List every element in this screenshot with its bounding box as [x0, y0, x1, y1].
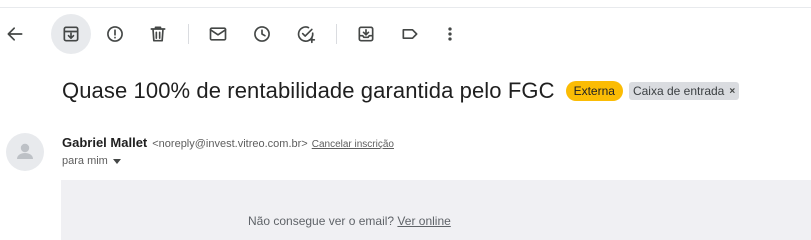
email-body: [61, 180, 811, 240]
chevron-down-icon: [112, 158, 121, 164]
view-online-link[interactable]: Ver online: [397, 214, 450, 228]
report-icon: [107, 26, 123, 42]
toolbar-divider: [336, 24, 337, 44]
more-vert-icon: [448, 27, 452, 41]
trash-icon: [150, 26, 166, 42]
subject-row: Quase 100% de rentabilidade garantida pe…: [62, 74, 740, 108]
recipient-text: para mim: [62, 155, 108, 167]
sender-email: <noreply@invest.vitreo.com.br>: [152, 138, 308, 150]
sender-line: Gabriel Mallet <noreply@invest.vitreo.co…: [62, 135, 394, 150]
mark-unread-button[interactable]: [198, 14, 238, 54]
archive-button[interactable]: [51, 14, 91, 54]
person-icon: [17, 143, 33, 159]
remove-label-icon[interactable]: ×: [729, 86, 735, 97]
top-divider: [0, 0, 811, 8]
mail-icon: [209, 27, 227, 41]
report-spam-button[interactable]: [95, 14, 135, 54]
snooze-button[interactable]: [242, 14, 282, 54]
add-task-button[interactable]: [286, 14, 326, 54]
move-to-button[interactable]: [346, 14, 386, 54]
view-online-preheader: Não consegue ver o email? Ver online: [248, 214, 451, 228]
sender-name[interactable]: Gabriel Mallet: [62, 135, 147, 150]
arrow-left-icon: [7, 27, 23, 41]
recipient-details-toggle[interactable]: para mim: [62, 155, 121, 167]
label-chip-text: Caixa de entrada: [632, 84, 725, 98]
label-icon: [402, 29, 418, 40]
email-subject: Quase 100% de rentabilidade garantida pe…: [62, 78, 555, 103]
unsubscribe-link[interactable]: Cancelar inscrição: [312, 139, 394, 150]
clock-icon: [254, 26, 270, 42]
avatar[interactable]: [6, 133, 44, 171]
add-task-icon: [297, 26, 316, 44]
message-toolbar: [0, 12, 811, 56]
labels-button[interactable]: [390, 14, 430, 54]
archive-icon: [63, 26, 79, 42]
more-button[interactable]: [430, 14, 470, 54]
move-to-inbox-icon: [358, 26, 374, 42]
toolbar-divider: [188, 24, 189, 44]
back-button[interactable]: [0, 14, 35, 54]
delete-button[interactable]: [138, 14, 178, 54]
inbox-label-chip[interactable]: Caixa de entrada ×: [628, 82, 740, 100]
external-badge: Externa: [565, 81, 623, 101]
preheader-text: Não consegue ver o email?: [248, 214, 398, 228]
